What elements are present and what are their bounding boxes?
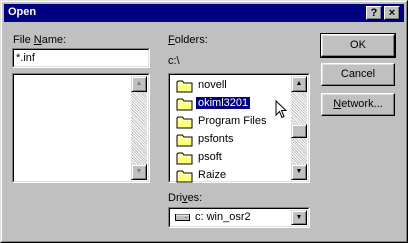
drives-label: Drives:: [168, 192, 202, 204]
folder-icon: [176, 98, 193, 111]
folder-name: psfonts: [198, 133, 234, 145]
close-button[interactable]: ×: [384, 6, 400, 20]
scroll-down-arrow-icon[interactable]: ▼: [291, 164, 307, 180]
folder-name: psoft: [198, 151, 222, 163]
folder-list[interactable]: novell okiml3201 Program Files psfonts psoft…: [168, 73, 310, 183]
scroll-up-arrow-icon[interactable]: ▲: [291, 76, 307, 92]
file-name-input[interactable]: *.inf: [12, 48, 150, 68]
file-name-label-suffix: ame:: [41, 34, 67, 46]
title-bar[interactable]: Open ? ×: [4, 4, 404, 22]
file-list[interactable]: ▲ ▼: [12, 73, 150, 183]
current-path: c:\: [168, 55, 180, 67]
folder-list-item[interactable]: psfonts: [172, 131, 292, 149]
folders-label-mnemonic: F: [168, 34, 175, 46]
folder-name: okiml3201: [196, 97, 251, 109]
folder-name: novell: [198, 79, 227, 91]
folders-label-rest: olders:: [174, 34, 208, 46]
drives-value: c: win_osr2: [195, 211, 251, 223]
scroll-up-arrow-icon[interactable]: ▲: [131, 76, 147, 92]
open-dialog: Open ? × File Name: *.inf ▲ ▼ Folders: c…: [0, 0, 408, 243]
drives-select[interactable]: c: win_osr2 ▼: [168, 207, 310, 228]
file-list-scrollbar[interactable]: ▲ ▼: [131, 76, 147, 180]
scroll-thumb[interactable]: [291, 124, 307, 138]
network-label-mnemonic: N: [333, 98, 342, 110]
folder-icon: [176, 134, 193, 147]
mouse-pointer-icon: [275, 100, 288, 119]
file-name-label-mnemonic: N: [33, 34, 42, 46]
file-name-label: File Name:: [13, 34, 66, 46]
folder-icon: [176, 116, 193, 129]
folder-icon: [176, 170, 193, 183]
network-button[interactable]: Network...: [321, 93, 395, 116]
folder-icon: [176, 80, 193, 93]
folder-name: Raize: [198, 169, 227, 181]
file-name-value: *.inf: [16, 52, 35, 64]
folder-list-item[interactable]: novell: [172, 77, 292, 95]
folder-list-item[interactable]: psoft: [172, 149, 292, 167]
folder-name: Program Files: [198, 115, 267, 127]
folder-list-scrollbar[interactable]: ▲ ▼: [291, 76, 307, 180]
help-button[interactable]: ?: [366, 6, 382, 20]
dropdown-arrow-icon[interactable]: ▼: [291, 210, 307, 225]
cancel-button[interactable]: Cancel: [321, 63, 395, 86]
hard-drive-icon: [175, 214, 190, 221]
folder-icon: [176, 152, 193, 165]
file-name-label-prefix: File: [13, 34, 34, 46]
scroll-down-arrow-icon[interactable]: ▼: [131, 164, 147, 180]
window-title: Open: [8, 6, 37, 18]
folder-list-item[interactable]: Raize: [172, 167, 292, 185]
folders-label: Folders:: [168, 34, 208, 46]
drives-label-prefix: Dri: [168, 192, 183, 204]
drives-label-suffix: es:: [187, 192, 203, 204]
folder-list-item[interactable]: Program Files: [172, 113, 292, 131]
folder-list-item[interactable]: okiml3201: [172, 95, 292, 113]
ok-button[interactable]: OK: [320, 33, 396, 58]
network-label-rest: etwork...: [341, 98, 383, 110]
